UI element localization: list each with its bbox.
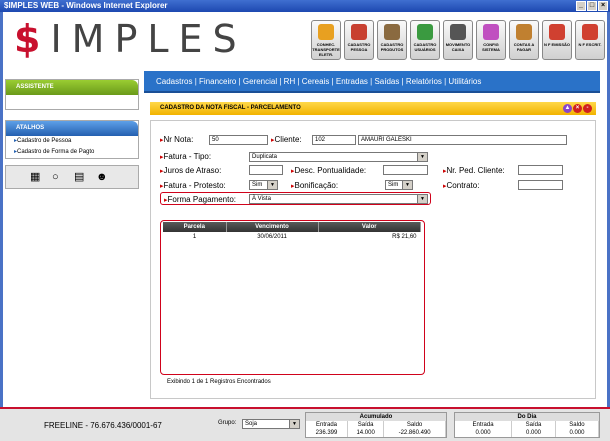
juros-label: Juros de Atraso: (160, 166, 222, 175)
document-icon (549, 24, 565, 40)
toolbar-button-cadastro-pessoa[interactable]: CADASTRO PESSOA (344, 20, 374, 60)
acumulado-saida: 14.000 (347, 429, 385, 437)
table-row[interactable]: 1 30/06/2011 R$ 21,60 (163, 232, 421, 241)
window-title: $IMPLES WEB - Windows Internet Explorer (4, 1, 168, 10)
dia-saida: 0.000 (511, 429, 556, 437)
assistente-header: ASSISTENTE (6, 80, 138, 95)
cell-vencimento: 30/06/2011 (257, 233, 287, 240)
sidebar: ASSISTENTE ATALHOS Cadastro de Pessoa Ca… (5, 79, 139, 189)
box-icon (384, 24, 400, 40)
calendar-icon[interactable]: ▤ (74, 170, 88, 184)
document-icon (582, 24, 598, 40)
truck-icon (318, 24, 334, 40)
close-icon[interactable]: × (573, 104, 582, 113)
calculator-icon[interactable]: ▦ (30, 170, 44, 184)
window-title-bar: $IMPLES WEB - Windows Internet Explorer … (0, 0, 610, 12)
menu-gerencial[interactable]: Gerencial (243, 77, 277, 86)
cash-register-icon (450, 24, 466, 40)
records-count: Exibindo 1 de 1 Registros Encontrados (167, 379, 271, 385)
toolbar-button-contas-pagar[interactable]: CONTAS A PAGAR (509, 20, 539, 60)
dia-panel: Do Dia Entrada Saída Saldo 0.000 0.000 0.000 (454, 412, 600, 438)
dia-saldo: 0.000 (555, 429, 600, 437)
menu-entradas[interactable]: Entradas (336, 77, 368, 86)
menu-financeiro[interactable]: Financeiro (199, 77, 236, 86)
forma-pagamento-select[interactable]: À Vista (249, 194, 428, 204)
forma-pagamento-label: Forma Pagamento: (164, 195, 236, 204)
dia-entrada: 0.000 (455, 429, 513, 437)
form-header: CADASTRO DA NOTA FISCAL - PARCELAMENTO ▲… (150, 102, 596, 115)
cliente-name-input[interactable]: AMAURI GALESKI (358, 135, 567, 145)
contrato-input[interactable] (518, 180, 563, 190)
user-icon[interactable]: ☻ (96, 170, 110, 184)
minimize-button[interactable]: _ (576, 1, 586, 11)
desc-pontualidade-input[interactable] (383, 165, 428, 175)
acumulado-panel: Acumulado Entrada Saída Saldo 236.399 14.00… (305, 412, 447, 438)
app-logo: $IMPLES (14, 17, 247, 61)
search-icon[interactable]: ○ (52, 170, 66, 184)
header-parcela[interactable]: Parcela (163, 222, 227, 232)
company-info: FREELINE - 76.676.436/0001-67 (44, 421, 162, 430)
quick-icons: ▦ ○ ▤ ☻ (5, 165, 139, 189)
fatura-protesto-label: Fatura - Protesto: (160, 181, 226, 190)
menu-cadastros[interactable]: Cadastros (156, 77, 192, 86)
cell-valor: R$ 21,60 (392, 233, 417, 240)
up-icon[interactable]: ▲ (563, 104, 572, 113)
toolbar-button-config-sistema[interactable]: CONFIG SISTEMA (476, 20, 506, 60)
toolbar-button-cadastro-produtos[interactable]: CADASTRO PRODUTOS (377, 20, 407, 60)
bonificacao-select[interactable]: Sim (385, 180, 413, 190)
menu-relatorios[interactable]: Relatórios (406, 77, 442, 86)
cell-parcela: 1 (192, 233, 197, 240)
fatura-tipo-select[interactable]: Duplicata (249, 152, 428, 162)
bonificacao-label: Bonificação: (291, 181, 339, 190)
header-vencimento[interactable]: Vencimento (226, 222, 319, 232)
main-menu: Cadastros | Financeiro | Gerencial | RH … (144, 71, 600, 93)
toolbar-button-cadastro-usuarios[interactable]: CADASTRO USUÁRIOS (410, 20, 440, 60)
user-icon (417, 24, 433, 40)
shortcut-cadastro-forma-pagto[interactable]: Cadastro de Forma de Pagto (6, 147, 138, 158)
shortcut-cadastro-pessoa[interactable]: Cadastro de Pessoa (6, 136, 138, 147)
nr-ped-cliente-input[interactable] (518, 165, 563, 175)
form-controls: ▲ × - (563, 104, 592, 113)
parcelas-highlight (160, 220, 425, 375)
window-controls: _ □ × (576, 1, 608, 11)
money-bag-icon (516, 24, 532, 40)
menu-saidas[interactable]: Saídas (374, 77, 399, 86)
toolbar-button-movimento-caixa[interactable]: MOVIMENTO CAIXA (443, 20, 473, 60)
nr-ped-cliente-label: Nr. Ped. Cliente: (443, 166, 505, 175)
acumulado-entrada: 236.399 (306, 429, 349, 437)
menu-cereais[interactable]: Cereais (302, 77, 330, 86)
acumulado-saldo: -22.860.490 (383, 429, 446, 437)
toolbar-button-conhecimento[interactable]: CONHEC. TRANSPORTE ELETR. (311, 20, 341, 60)
fatura-tipo-label: Fatura - Tipo: (160, 152, 212, 161)
form-title: CADASTRO DA NOTA FISCAL - PARCELAMENTO (160, 105, 301, 111)
menu-rh[interactable]: RH (284, 77, 296, 86)
parcelas-table: Parcela Vencimento Valor 1 30/06/2011 R$… (163, 222, 421, 241)
atalhos-header: ATALHOS (6, 121, 138, 136)
dia-title: Do Dia (455, 413, 599, 421)
juros-input[interactable] (249, 165, 283, 175)
cliente-label: Cliente: (271, 135, 302, 144)
maximize-button[interactable]: □ (587, 1, 597, 11)
header-valor[interactable]: Valor (318, 222, 421, 232)
menu-utilitarios[interactable]: Utilitários (448, 77, 481, 86)
close-button[interactable]: × (598, 1, 608, 11)
toolbar-button-nf-escrit[interactable]: N F ESCRIT. (575, 20, 605, 60)
assistente-panel: ASSISTENTE (5, 79, 139, 110)
fatura-protesto-select[interactable]: Sim (249, 180, 278, 190)
gear-icon (483, 24, 499, 40)
contrato-label: Contrato: (443, 181, 480, 190)
toolbar: CONHEC. TRANSPORTE ELETR. CADASTRO PESSO… (311, 20, 605, 60)
minimize-icon[interactable]: - (583, 104, 592, 113)
cliente-code-input[interactable]: 102 (312, 135, 356, 145)
nr-nota-input[interactable]: 50 (209, 135, 268, 145)
acumulado-title: Acumulado (306, 413, 446, 421)
person-icon (351, 24, 367, 40)
nr-nota-label: Nr Nota: (160, 135, 194, 144)
toolbar-button-nf-emissao[interactable]: N F EMISSÃO (542, 20, 572, 60)
desc-pontualidade-label: Desc. Pontualidade: (291, 166, 367, 175)
grupo-select[interactable]: Soja (242, 419, 300, 429)
atalhos-panel: ATALHOS Cadastro de Pessoa Cadastro de F… (5, 120, 139, 159)
grupo-label: Grupo: (218, 420, 237, 426)
